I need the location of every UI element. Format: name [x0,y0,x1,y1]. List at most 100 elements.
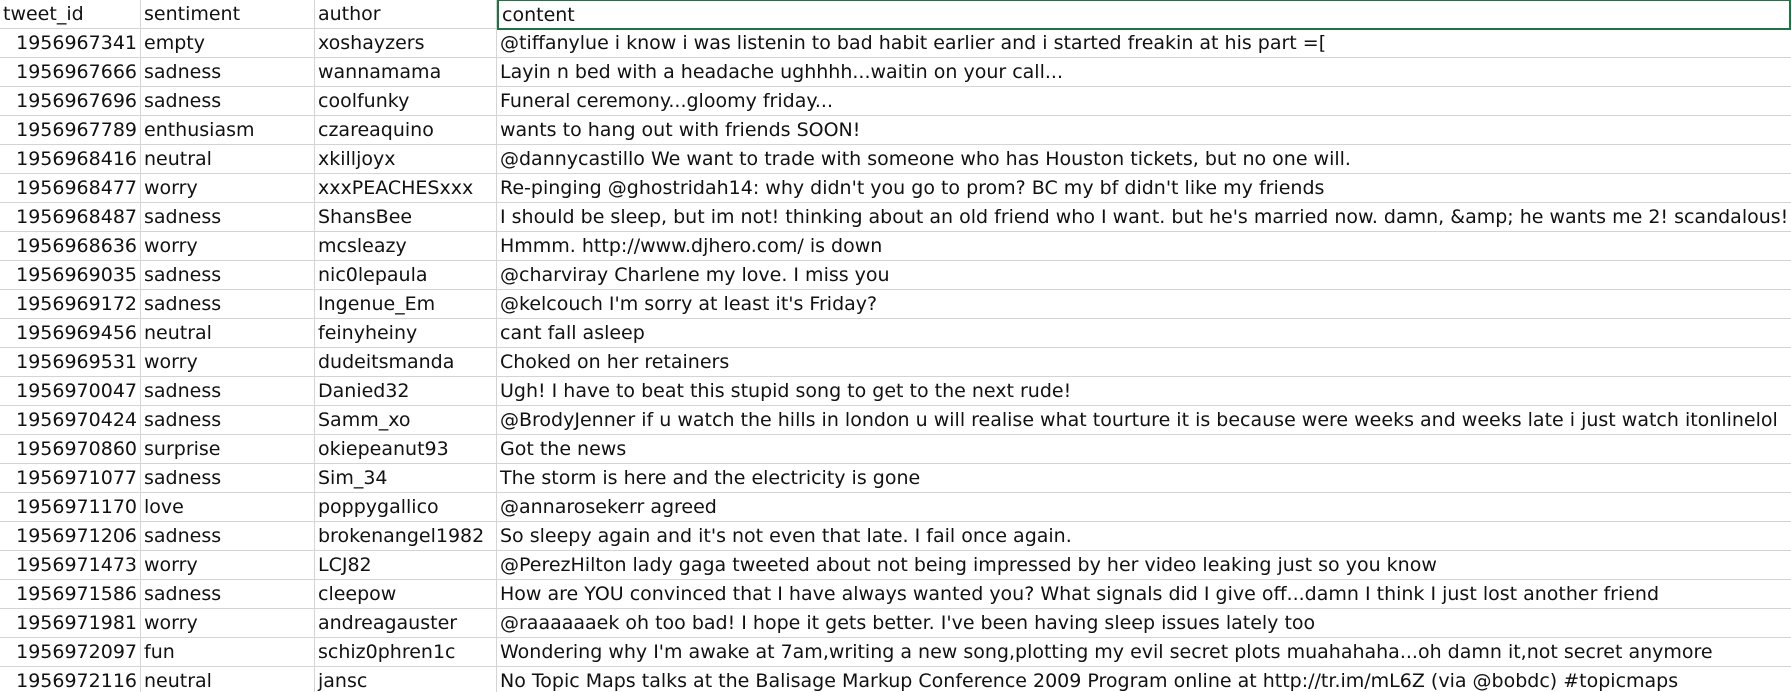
cell-content[interactable]: Funeral ceremony...gloomy friday... [497,87,1791,115]
cell-content[interactable]: @PerezHilton lady gaga tweeted about not… [497,551,1791,579]
cell-content[interactable]: Layin n bed with a headache ughhhh...wai… [497,58,1791,86]
spreadsheet-grid[interactable]: tweet_id sentiment author content 195696… [0,0,1791,692]
cell-tweet-id[interactable]: 1956968416 [0,145,141,173]
cell-author[interactable]: Sim_34 [315,464,497,492]
cell-sentiment[interactable]: worry [141,174,315,202]
cell-tweet-id[interactable]: 1956967666 [0,58,141,86]
cell-content[interactable]: wants to hang out with friends SOON! [497,116,1791,144]
cell-content[interactable]: Got the news [497,435,1791,463]
cell-sentiment[interactable]: sadness [141,377,315,405]
cell-sentiment[interactable]: neutral [141,145,315,173]
cell-tweet-id[interactable]: 1956968477 [0,174,141,202]
cell-tweet-id[interactable]: 1956968636 [0,232,141,260]
cell-content[interactable]: @kelcouch I'm sorry at least it's Friday… [497,290,1791,318]
cell-tweet-id[interactable]: 1956970860 [0,435,141,463]
cell-sentiment[interactable]: surprise [141,435,315,463]
cell-content[interactable]: cant fall asleep [497,319,1791,347]
cell-tweet-id[interactable]: 1956967341 [0,29,141,57]
cell-content[interactable]: @annarosekerr agreed [497,493,1791,521]
cell-author[interactable]: dudeitsmanda [315,348,497,376]
cell-content[interactable]: Re-pinging @ghostridah14: why didn't you… [497,174,1791,202]
cell-tweet-id[interactable]: 1956971586 [0,580,141,608]
cell-sentiment[interactable]: sadness [141,580,315,608]
cell-content[interactable]: Wondering why I'm awake at 7am,writing a… [497,638,1791,666]
cell-content[interactable]: How are YOU convinced that I have always… [497,580,1791,608]
cell-sentiment[interactable]: worry [141,609,315,637]
cell-sentiment[interactable]: sadness [141,290,315,318]
cell-sentiment[interactable]: sadness [141,203,315,231]
cell-sentiment[interactable]: sadness [141,406,315,434]
cell-tweet-id[interactable]: 1956971170 [0,493,141,521]
cell-author[interactable]: wannamama [315,58,497,86]
cell-author[interactable]: Ingenue_Em [315,290,497,318]
cell-author[interactable]: nic0lepaula [315,261,497,289]
cell-content[interactable]: The storm is here and the electricity is… [497,464,1791,492]
cell-author[interactable]: coolfunky [315,87,497,115]
cell-sentiment[interactable]: sadness [141,522,315,550]
cell-tweet-id[interactable]: 1956970424 [0,406,141,434]
cell-author[interactable]: xoshayzers [315,29,497,57]
cell-tweet-id[interactable]: 1956968487 [0,203,141,231]
cell-author[interactable]: xxxPEACHESxxx [315,174,497,202]
cell-sentiment[interactable]: worry [141,348,315,376]
cell-author[interactable]: Samm_xo [315,406,497,434]
column-header-author[interactable]: author [315,0,497,28]
cell-content[interactable]: So sleepy again and it's not even that l… [497,522,1791,550]
cell-author[interactable]: poppygallico [315,493,497,521]
cell-tweet-id[interactable]: 1956971206 [0,522,141,550]
cell-tweet-id[interactable]: 1956969035 [0,261,141,289]
cell-tweet-id[interactable]: 1956969172 [0,290,141,318]
cell-author[interactable]: andreagauster [315,609,497,637]
cell-sentiment[interactable]: sadness [141,261,315,289]
column-header-content[interactable]: content [497,0,1791,30]
cell-tweet-id[interactable]: 1956967789 [0,116,141,144]
cell-tweet-id[interactable]: 1956970047 [0,377,141,405]
cell-author[interactable]: xkilljoyx [315,145,497,173]
cell-sentiment[interactable]: sadness [141,87,315,115]
column-header-sentiment[interactable]: sentiment [141,0,315,28]
cell-sentiment[interactable]: enthusiasm [141,116,315,144]
cell-sentiment[interactable]: neutral [141,667,315,692]
cell-author[interactable]: mcsleazy [315,232,497,260]
table-row: 1956968416 neutral xkilljoyx @dannycastillo… [0,145,1791,174]
cell-content[interactable]: Ugh! I have to beat this stupid song to … [497,377,1791,405]
cell-tweet-id[interactable]: 1956967696 [0,87,141,115]
cell-sentiment[interactable]: sadness [141,464,315,492]
cell-sentiment[interactable]: love [141,493,315,521]
cell-tweet-id[interactable]: 1956972097 [0,638,141,666]
cell-tweet-id[interactable]: 1956971981 [0,609,141,637]
cell-content[interactable]: @BrodyJenner if u watch the hills in lon… [497,406,1791,434]
cell-author[interactable]: schiz0phren1c [315,638,497,666]
cell-author[interactable]: jansc [315,667,497,692]
table-row: 1956972097 fun schiz0phren1c Wondering why … [0,638,1791,667]
cell-author[interactable]: feinyheiny [315,319,497,347]
cell-author[interactable]: Danied32 [315,377,497,405]
cell-content[interactable]: Hmmm. http://www.djhero.com/ is down [497,232,1791,260]
cell-tweet-id[interactable]: 1956969531 [0,348,141,376]
cell-author[interactable]: ShansBee [315,203,497,231]
cell-tweet-id[interactable]: 1956972116 [0,667,141,692]
cell-content[interactable]: Choked on her retainers [497,348,1791,376]
cell-sentiment[interactable]: worry [141,232,315,260]
cell-author[interactable]: LCJ82 [315,551,497,579]
cell-author[interactable]: okiepeanut93 [315,435,497,463]
cell-content[interactable]: @dannycastillo We want to trade with som… [497,145,1791,173]
cell-author[interactable]: czareaquino [315,116,497,144]
cell-sentiment[interactable]: neutral [141,319,315,347]
cell-sentiment[interactable]: empty [141,29,315,57]
cell-tweet-id[interactable]: 1956971473 [0,551,141,579]
table-row: 1956967341 empty xoshayzers @tiffanylue i k… [0,29,1791,58]
cell-sentiment[interactable]: sadness [141,58,315,86]
cell-tweet-id[interactable]: 1956971077 [0,464,141,492]
cell-sentiment[interactable]: worry [141,551,315,579]
cell-content[interactable]: I should be sleep, but im not! thinking … [497,203,1791,231]
cell-content[interactable]: No Topic Maps talks at the Balisage Mark… [497,667,1791,692]
cell-author[interactable]: brokenangel1982 [315,522,497,550]
cell-author[interactable]: cleepow [315,580,497,608]
cell-tweet-id[interactable]: 1956969456 [0,319,141,347]
column-header-tweet-id[interactable]: tweet_id [0,0,141,28]
cell-content[interactable]: @raaaaaaek oh too bad! I hope it gets be… [497,609,1791,637]
cell-content[interactable]: @charviray Charlene my love. I miss you [497,261,1791,289]
cell-sentiment[interactable]: fun [141,638,315,666]
cell-content[interactable]: @tiffanylue i know i was listenin to bad… [497,29,1791,57]
